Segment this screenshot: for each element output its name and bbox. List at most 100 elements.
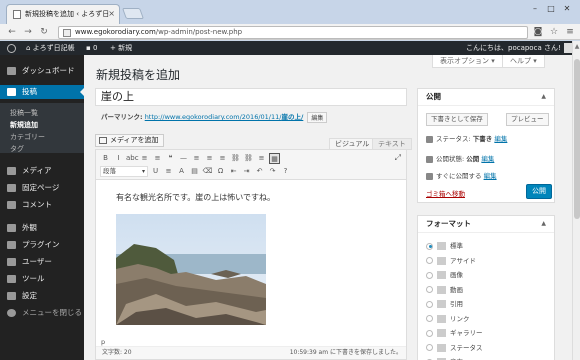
reload-icon[interactable]: ↻ — [38, 26, 50, 38]
format-option[interactable]: ステータス — [426, 342, 483, 354]
toolbar-button[interactable]: B — [100, 153, 111, 164]
toolbar-button[interactable]: ≡ — [163, 166, 174, 177]
screen-options-button[interactable]: 表示オプション ▾ — [432, 55, 503, 68]
submenu-add-new[interactable]: 新規追加 — [10, 120, 38, 130]
minimize-icon[interactable]: – — [528, 3, 542, 15]
toolbar-button[interactable]: ↷ — [267, 166, 278, 177]
toolbar-button[interactable]: ≡ — [152, 153, 163, 164]
toolbar-button[interactable]: ≡ — [256, 153, 267, 164]
submenu-tags[interactable]: タグ — [10, 144, 24, 154]
publish-box-header[interactable]: 公開 ▲ — [418, 89, 554, 106]
format-select[interactable]: 段落 — [100, 166, 148, 177]
menu-dashboard[interactable]: ダッシュボード — [0, 64, 84, 78]
format-option[interactable]: 標準 — [426, 240, 463, 252]
radio-button[interactable] — [426, 257, 433, 264]
radio-button[interactable] — [426, 315, 433, 322]
trash-link[interactable]: ゴミ箱へ移動 — [426, 188, 465, 198]
toolbar-button[interactable]: ❝ — [165, 153, 176, 164]
comments-link[interactable]: ▪ 0 — [86, 41, 97, 55]
format-option[interactable]: ギャラリー — [426, 327, 483, 339]
user-account-link[interactable]: こんにちは、pocapoca さん! — [466, 41, 574, 55]
toolbar-button[interactable]: ≡ — [139, 153, 150, 164]
toolbar-button[interactable]: A — [176, 166, 187, 177]
fullscreen-icon[interactable]: ⤢ — [395, 153, 401, 163]
scroll-thumb[interactable] — [574, 59, 580, 219]
toolbar-button[interactable]: — — [178, 153, 189, 164]
toolbar-button[interactable]: ⇥ — [241, 166, 252, 177]
menu-icon[interactable]: ≡ — [564, 26, 576, 38]
add-media-button[interactable]: メディアを追加 — [95, 134, 164, 147]
back-icon[interactable]: ← — [6, 26, 18, 38]
scroll-up-arrow-icon[interactable]: ▲ — [573, 43, 580, 50]
format-option[interactable]: リンク — [426, 313, 470, 325]
toolbar-button[interactable]: ≡ — [204, 153, 215, 164]
close-window-icon[interactable]: ✕ — [560, 3, 574, 15]
address-bar[interactable]: www.egokorodiary.com/wp-admin/post-new.p… — [58, 26, 528, 39]
toolbar-button[interactable]: abc — [126, 153, 139, 164]
post-body-text[interactable]: 有名な観光名所です。崖の上は怖いですね。 — [116, 192, 275, 203]
maximize-icon[interactable]: □ — [544, 3, 558, 15]
toolbar-button[interactable]: ⛓ — [230, 153, 241, 164]
status-edit-link[interactable]: 編集 — [494, 135, 507, 143]
radio-button[interactable] — [426, 271, 433, 279]
radio-button[interactable] — [426, 344, 433, 351]
menu-plugins[interactable]: プラグイン — [0, 238, 84, 252]
wordpress-logo-icon[interactable] — [7, 41, 16, 55]
submenu-all-posts[interactable]: 投稿一覧 — [10, 108, 38, 118]
toolbar-button[interactable]: ▤ — [189, 166, 200, 177]
preview-button[interactable]: プレビュー — [506, 113, 549, 126]
submenu-categories[interactable]: カテゴリー — [10, 132, 45, 142]
menu-posts[interactable]: 投稿 — [0, 85, 84, 99]
menu-appearance[interactable]: 外観 — [0, 221, 84, 235]
collapse-arrow-icon[interactable]: ▲ — [541, 216, 546, 232]
menu-users[interactable]: ユーザー — [0, 255, 84, 269]
new-content-link[interactable]: + 新規 — [110, 41, 132, 55]
toolbar-button[interactable]: I — [113, 153, 124, 164]
format-option[interactable]: 動画 — [426, 284, 463, 296]
format-option[interactable]: アサイド — [426, 255, 476, 267]
toolbar-button[interactable]: ▦ — [269, 153, 280, 164]
toolbar-button[interactable]: ? — [280, 166, 291, 177]
site-name-link[interactable]: ⌂ よろず日記帳 — [26, 41, 75, 55]
help-button[interactable]: ヘルプ ▾ — [502, 55, 545, 68]
new-tab-button[interactable] — [121, 8, 145, 19]
menu-comments[interactable]: コメント — [0, 198, 84, 212]
browser-tab[interactable]: 新規投稿を追加 ‹ よろず日 × — [6, 4, 120, 24]
forward-icon[interactable]: → — [22, 26, 34, 38]
radio-button[interactable] — [426, 329, 433, 337]
menu-media[interactable]: メディア — [0, 164, 84, 178]
bookmark-star-icon[interactable]: ☆ — [548, 26, 560, 38]
toolbar-button[interactable]: ⛓ — [243, 153, 254, 164]
menu-pages[interactable]: 固定ページ — [0, 181, 84, 195]
toolbar-button[interactable]: ⇤ — [228, 166, 239, 177]
save-draft-button[interactable]: 下書きとして保存 — [426, 113, 488, 126]
post-title-input[interactable]: 崖の上 — [95, 88, 407, 106]
toolbar-button[interactable]: ≡ — [217, 153, 228, 164]
format-option[interactable]: 引用 — [426, 298, 463, 310]
format-box-header[interactable]: フォーマット ▲ — [418, 216, 554, 233]
menu-settings[interactable]: 設定 — [0, 289, 84, 303]
close-tab-icon[interactable]: × — [108, 9, 115, 18]
toolbar-button[interactable]: ≡ — [191, 153, 202, 164]
permalink-edit-button[interactable]: 編集 — [307, 111, 328, 123]
visibility-edit-link[interactable]: 編集 — [481, 155, 494, 163]
dashboard-icon — [7, 67, 16, 75]
permalink-url[interactable]: http://www.egokorodiary.com/2016/01/11/崖… — [145, 113, 304, 121]
publish-button[interactable]: 公開 — [526, 184, 552, 199]
camera-icon[interactable]: ◙ — [532, 26, 544, 38]
toolbar-button[interactable]: ↶ — [254, 166, 265, 177]
toolbar-button[interactable]: ⌫ — [202, 166, 213, 177]
toolbar-button[interactable]: U — [150, 166, 161, 177]
format-option[interactable]: 音声 — [426, 356, 463, 360]
radio-button[interactable] — [426, 286, 433, 293]
toolbar-button[interactable]: Ω — [215, 166, 226, 177]
menu-tools[interactable]: ツール — [0, 272, 84, 286]
page-scrollbar[interactable]: ▲ — [572, 41, 580, 360]
radio-button[interactable] — [426, 242, 433, 250]
menu-collapse[interactable]: メニューを閉じる — [0, 306, 84, 320]
radio-button[interactable] — [426, 300, 433, 308]
collapse-arrow-icon[interactable]: ▲ — [541, 89, 546, 105]
pin-icon — [426, 135, 433, 143]
schedule-edit-link[interactable]: 編集 — [484, 172, 497, 180]
format-option[interactable]: 画像 — [426, 269, 463, 281]
